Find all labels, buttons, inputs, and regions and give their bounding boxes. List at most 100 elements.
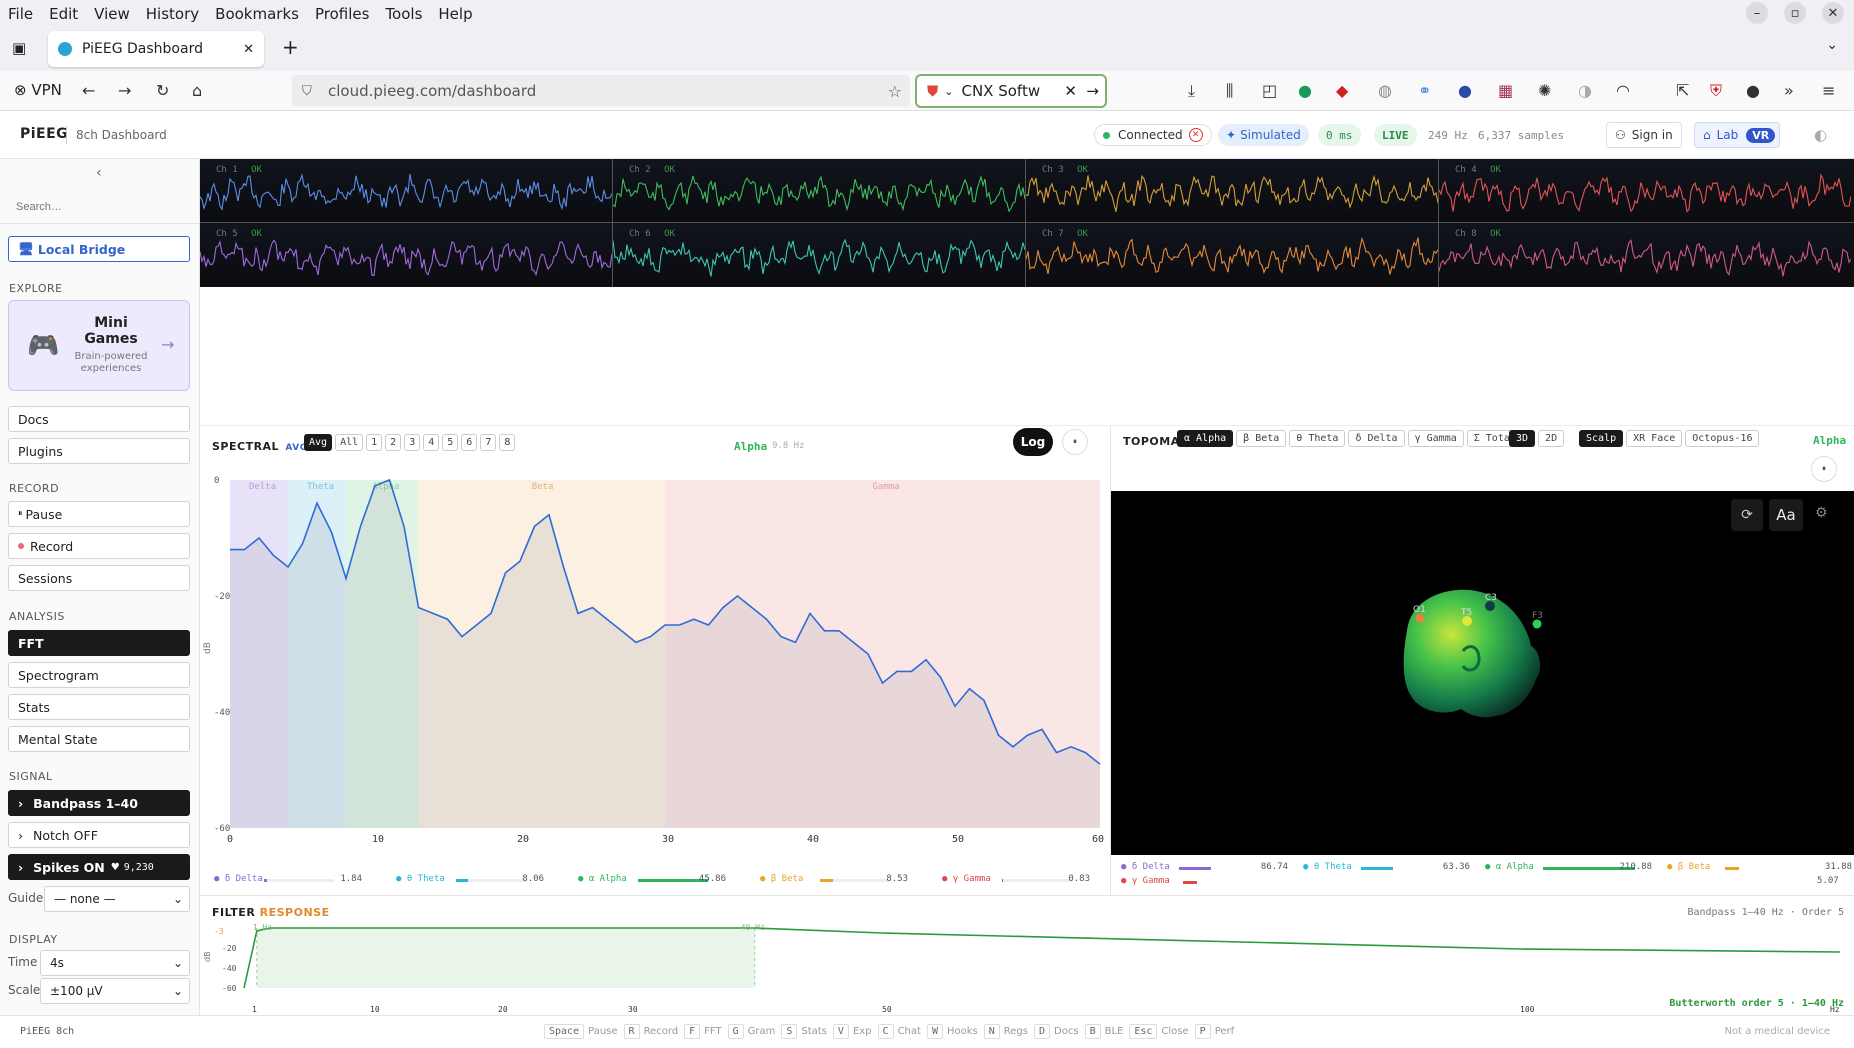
- view-3d-chip[interactable]: 3D: [1509, 430, 1536, 447]
- reload-icon[interactable]: ↻: [156, 81, 169, 100]
- spectrogram-button[interactable]: Spectrogram: [8, 662, 190, 688]
- sign-in-button[interactable]: ⚇ Sign in: [1606, 122, 1682, 148]
- menu-view[interactable]: View: [86, 5, 138, 23]
- collapse-sidebar-icon[interactable]: ‹: [96, 165, 102, 181]
- extension-11-icon[interactable]: ⇱: [1676, 81, 1689, 100]
- channel-chip-6[interactable]: 6: [461, 434, 478, 451]
- channel-chip-5[interactable]: 5: [442, 434, 459, 451]
- extension-13-icon[interactable]: ●: [1746, 81, 1760, 100]
- channel-chip-1[interactable]: 1: [366, 434, 383, 451]
- new-tab-icon[interactable]: +: [282, 35, 299, 59]
- restore-icon[interactable]: ▫: [1784, 2, 1806, 24]
- keyboard-shortcuts: Space Pause R Record F FFT G Gram S Stats V Exp C Cha…: [538, 1024, 1234, 1039]
- topomap-band-chip[interactable]: α Alpha: [1177, 430, 1234, 447]
- channel-chip-2[interactable]: 2: [385, 434, 402, 451]
- xr-face-chip[interactable]: XR Face: [1626, 430, 1683, 447]
- time-select[interactable]: 4s ⌄: [40, 950, 190, 976]
- overflow-icon[interactable]: »: [1784, 81, 1794, 100]
- site-info-icon[interactable]: ⛉: [302, 84, 312, 99]
- channel-chip-4[interactable]: 4: [423, 434, 440, 451]
- extension-9-icon[interactable]: ◑: [1578, 81, 1592, 100]
- menu-file[interactable]: File: [0, 5, 41, 23]
- extension-7-icon[interactable]: ▦: [1498, 81, 1513, 100]
- octopus-chip[interactable]: Octopus-16: [1685, 430, 1760, 447]
- sidebar-search-input[interactable]: [8, 195, 190, 219]
- docs-button[interactable]: Docs: [8, 406, 190, 432]
- url-bar[interactable]: ⛉ cloud.pieeg.com/dashboard ☆: [292, 75, 910, 107]
- tab-pieeg[interactable]: PiEEG Dashboard ✕: [48, 31, 264, 67]
- spectral-pause-button[interactable]: ⏸: [1062, 429, 1088, 455]
- topo-legend-value: 86.74: [1260, 862, 1288, 872]
- simulated-badge[interactable]: ✦ Simulated: [1218, 124, 1309, 146]
- extension-1-icon[interactable]: ◰: [1262, 81, 1277, 100]
- extension-8-icon[interactable]: ✺: [1538, 81, 1551, 100]
- extension-3-icon[interactable]: ◆: [1336, 81, 1348, 100]
- mini-games-card[interactable]: 🎮 Mini Games Brain-powered experiences →: [8, 300, 190, 391]
- menu-history[interactable]: History: [138, 5, 207, 23]
- local-bridge-button[interactable]: 🖥 Local Bridge: [8, 236, 190, 262]
- fft-button[interactable]: FFT: [8, 630, 190, 656]
- extension-6-icon[interactable]: ●: [1458, 81, 1472, 100]
- channel-chip-7[interactable]: 7: [480, 434, 497, 451]
- channel-chip-3[interactable]: 3: [404, 434, 421, 451]
- extension-5-icon[interactable]: ⚭: [1418, 81, 1431, 100]
- topomap-viewport[interactable]: ⟳ Aa ⚙ O1 T5 C3 F3: [1111, 491, 1854, 855]
- record-button[interactable]: Record: [8, 533, 190, 559]
- library-icon[interactable]: ⫼: [1226, 81, 1233, 101]
- extension-10-icon[interactable]: ◠: [1616, 81, 1630, 100]
- menu-profiles[interactable]: Profiles: [307, 5, 377, 23]
- topomap-pause-button[interactable]: ⏸: [1811, 456, 1837, 482]
- extension-4-icon[interactable]: ◍: [1378, 81, 1392, 100]
- menu-bookmarks[interactable]: Bookmarks: [207, 5, 307, 23]
- menu-tools[interactable]: Tools: [377, 5, 430, 23]
- notch-button[interactable]: › Notch OFF: [8, 822, 190, 848]
- close-window-icon[interactable]: ✕: [1822, 2, 1844, 24]
- menu-edit[interactable]: Edit: [41, 5, 86, 23]
- search-go-icon[interactable]: →: [1086, 82, 1099, 100]
- forward-icon[interactable]: →: [118, 81, 131, 100]
- tab-close-icon[interactable]: ✕: [243, 42, 254, 57]
- pause-button[interactable]: ⏸ Pause: [8, 501, 190, 527]
- search-clear-icon[interactable]: ✕: [1064, 82, 1077, 100]
- bandpass-button[interactable]: › Bandpass 1–40: [8, 790, 190, 816]
- extension-12-icon[interactable]: ⛨: [1710, 81, 1722, 101]
- tab-overflow-icon[interactable]: ⌄: [1826, 37, 1838, 53]
- scalp-chip[interactable]: Scalp: [1579, 430, 1624, 447]
- downloads-icon[interactable]: ⤓: [1188, 81, 1195, 101]
- plugins-button[interactable]: Plugins: [8, 438, 190, 464]
- disconnect-icon[interactable]: ✕: [1188, 128, 1203, 142]
- search-box[interactable]: ⛊ ⌄ CNX Softw ✕ →: [915, 74, 1107, 108]
- topo-legend-item: ● β Beta 31.88: [1667, 862, 1852, 876]
- filter-response-panel: FILTER RESPONSE Bandpass 1–40 Hz · Order…: [200, 895, 1854, 1015]
- waveform-line: [1439, 239, 1851, 277]
- log-toggle-button[interactable]: Log: [1013, 428, 1053, 456]
- topomap-band-chip[interactable]: δ Delta: [1348, 430, 1405, 447]
- topomap-band-chip[interactable]: β Beta: [1236, 430, 1287, 447]
- minimize-icon[interactable]: –: [1746, 2, 1768, 24]
- vpn-button[interactable]: ⊗ VPN: [14, 81, 62, 99]
- home-icon[interactable]: ⌂: [192, 81, 202, 100]
- spikes-button[interactable]: › Spikes ON ♥ 9,230: [8, 854, 190, 880]
- bookmark-star-icon[interactable]: ☆: [888, 82, 902, 101]
- extension-2-icon[interactable]: ●: [1298, 81, 1312, 100]
- theme-toggle-icon[interactable]: ◐: [1814, 126, 1827, 144]
- lab-button[interactable]: ⌂ Lab VR: [1694, 122, 1781, 148]
- search-engine-chevron-icon[interactable]: ⌄: [944, 85, 953, 98]
- topomap-band-chip[interactable]: γ Gamma: [1407, 430, 1464, 447]
- grid-divider: [200, 222, 1854, 223]
- channel-chip-all[interactable]: All: [335, 434, 364, 451]
- sessions-button[interactable]: Sessions: [8, 565, 190, 591]
- guide-select[interactable]: — none — ⌄: [44, 886, 190, 912]
- channel-chip-avg[interactable]: Avg: [304, 434, 333, 451]
- mental-state-button[interactable]: Mental State: [8, 726, 190, 752]
- stats-button[interactable]: Stats: [8, 694, 190, 720]
- view-2d-chip[interactable]: 2D: [1538, 430, 1565, 447]
- tab-list-icon[interactable]: ▣: [12, 39, 26, 57]
- hamburger-menu-icon[interactable]: ≡: [1822, 81, 1835, 100]
- menu-help[interactable]: Help: [430, 5, 480, 23]
- channel-chip-8[interactable]: 8: [499, 434, 516, 451]
- scale-select[interactable]: ±100 µV ⌄: [40, 978, 190, 1004]
- tab-title: PiEEG Dashboard: [82, 41, 203, 57]
- back-icon[interactable]: ←: [82, 81, 95, 100]
- topomap-band-chip[interactable]: θ Theta: [1289, 430, 1346, 447]
